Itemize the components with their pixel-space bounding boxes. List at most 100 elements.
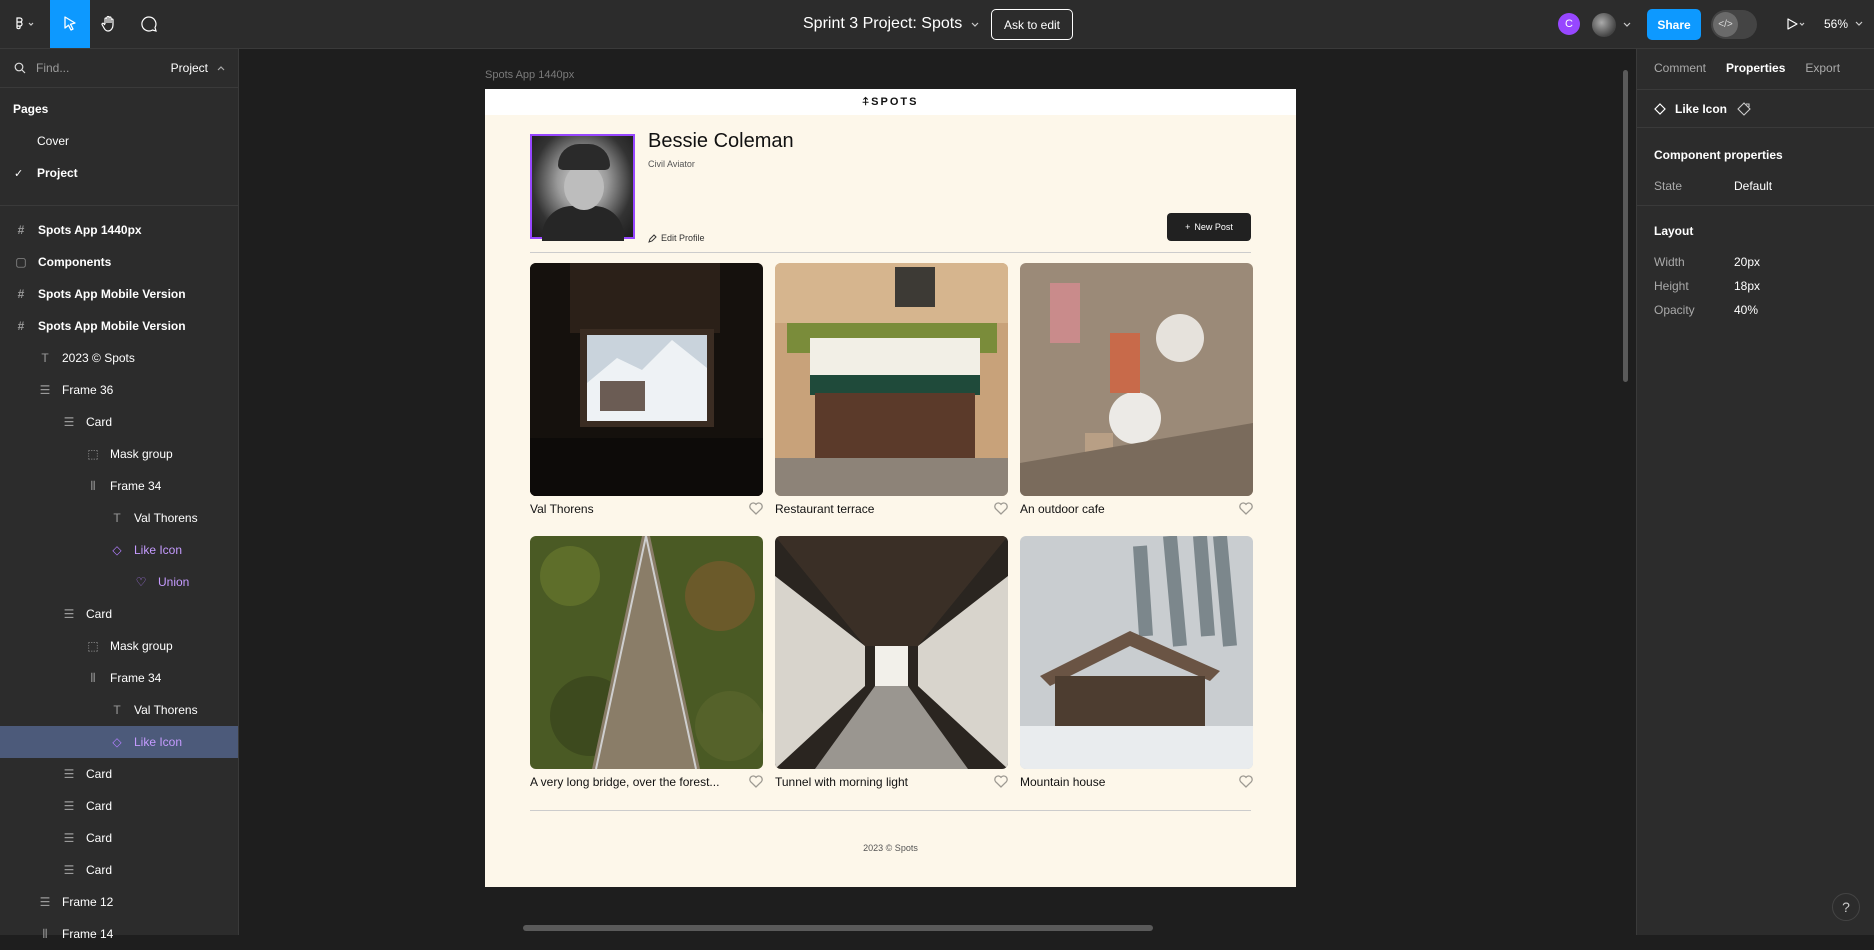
- help-button[interactable]: ?: [1832, 893, 1860, 921]
- mask-group-icon: ⬚: [87, 639, 99, 653]
- layer-item[interactable]: ◇ Like Icon: [0, 726, 238, 758]
- collaborator-avatar[interactable]: [1592, 13, 1616, 37]
- heart-icon[interactable]: [1239, 502, 1253, 515]
- frame-icon: #: [17, 223, 25, 237]
- card-image: [775, 536, 1008, 769]
- auto-layout-vertical-icon: ☰: [63, 607, 75, 621]
- layer-item[interactable]: ☰ Card: [0, 406, 238, 438]
- layer-label: Mask group: [110, 639, 173, 653]
- heart-icon[interactable]: [1239, 775, 1253, 788]
- layer-item[interactable]: # Spots App 1440px: [0, 214, 238, 246]
- page-item-project[interactable]: ✓ Project: [0, 157, 238, 189]
- card-image: [530, 536, 763, 769]
- heart-icon[interactable]: [994, 502, 1008, 515]
- layer-label: 2023 © Spots: [62, 351, 135, 365]
- card[interactable]: Val Thorens: [530, 263, 763, 516]
- layer-item[interactable]: ⦀ Frame 34: [0, 470, 238, 502]
- canvas[interactable]: Spots App 1440px ⍏SPOTS Bessie Coleman C…: [239, 49, 1636, 935]
- new-post-button[interactable]: + New Post: [1167, 213, 1251, 241]
- card[interactable]: An outdoor cafe: [1020, 263, 1253, 516]
- file-title-text: Sprint 3 Project: Spots: [803, 15, 963, 32]
- divider: [1637, 89, 1874, 90]
- layer-label: Like Icon: [134, 735, 183, 749]
- file-title[interactable]: Sprint 3 Project: Spots: [803, 0, 980, 48]
- width-label: Width: [1654, 255, 1685, 269]
- auto-layout-vertical-icon: ☰: [39, 895, 51, 909]
- tab-properties[interactable]: Properties: [1726, 61, 1785, 75]
- card-image: [530, 263, 763, 496]
- hand-icon: [101, 15, 114, 32]
- card[interactable]: Tunnel with morning light: [775, 536, 1008, 789]
- layer-item[interactable]: ⦀ Frame 14: [0, 918, 238, 950]
- long-bridge-photo: [530, 536, 763, 769]
- layer-item[interactable]: ⦀ Frame 34: [0, 662, 238, 694]
- layer-item[interactable]: T 2023 © Spots: [0, 342, 238, 374]
- vertical-scrollbar[interactable]: [1623, 70, 1628, 382]
- zoom-control[interactable]: 56%: [1824, 0, 1864, 48]
- frame-label[interactable]: Spots App 1440px: [485, 69, 574, 81]
- spots-app-frame[interactable]: ⍏SPOTS Bessie Coleman Civil Aviator Edit…: [485, 89, 1296, 887]
- auto-layout-horizontal-icon: ⦀: [42, 926, 48, 941]
- main-menu-button[interactable]: [8, 0, 42, 48]
- layer-item[interactable]: ☰ Card: [0, 822, 238, 854]
- divider: [1637, 127, 1874, 128]
- auto-layout-horizontal-icon: ⦀: [90, 478, 96, 493]
- heart-icon[interactable]: [994, 775, 1008, 788]
- card[interactable]: Mountain house: [1020, 536, 1253, 789]
- layer-item[interactable]: ☰ Card: [0, 854, 238, 886]
- chevron-down-icon[interactable]: [1622, 21, 1632, 29]
- tab-export[interactable]: Export: [1805, 61, 1840, 75]
- card[interactable]: Restaurant terrace: [775, 263, 1008, 516]
- user-avatar[interactable]: C: [1558, 13, 1580, 35]
- find-placeholder: Find...: [36, 61, 70, 75]
- state-value[interactable]: Default: [1734, 179, 1772, 193]
- layer-item[interactable]: T Val Thorens: [0, 502, 238, 534]
- edit-profile-button[interactable]: Edit Profile: [648, 233, 705, 243]
- state-property-row[interactable]: State Default: [1654, 179, 1772, 193]
- heart-icon[interactable]: [749, 775, 763, 788]
- panel-tabs: Comment Properties Export: [1654, 61, 1840, 75]
- layer-label: Card: [86, 831, 113, 845]
- horizontal-scrollbar[interactable]: [523, 925, 1153, 931]
- mask-group-icon: ⬚: [87, 447, 99, 461]
- layer-item[interactable]: ☰ Frame 36: [0, 374, 238, 406]
- auto-layout-vertical-icon: ☰: [63, 415, 75, 429]
- dev-mode-toggle[interactable]: </>: [1711, 10, 1757, 39]
- layer-item[interactable]: ◇ Like Icon: [0, 534, 238, 566]
- layer-item[interactable]: ☰ Frame 12: [0, 886, 238, 918]
- go-to-main-component-icon[interactable]: [1737, 102, 1751, 116]
- layer-item[interactable]: # Spots App Mobile Version: [0, 278, 238, 310]
- site-header: ⍏SPOTS: [485, 89, 1296, 115]
- heart-icon[interactable]: [749, 502, 763, 515]
- card[interactable]: A very long bridge, over the forest...: [530, 536, 763, 789]
- layer-item[interactable]: ▢ Components: [0, 246, 238, 278]
- search-icon: [14, 62, 26, 74]
- layer-item[interactable]: ☰ Card: [0, 790, 238, 822]
- layer-item[interactable]: ♡ Union: [0, 566, 238, 598]
- profile-avatar[interactable]: [530, 134, 635, 241]
- layer-item[interactable]: ☰ Card: [0, 758, 238, 790]
- layers-panel: Find... Project Pages Cover ✓ Project # S…: [0, 49, 239, 941]
- hand-tool-button[interactable]: [94, 0, 124, 48]
- layer-label: Frame 34: [110, 479, 162, 493]
- layer-label: Val Thorens: [134, 511, 198, 525]
- layer-item[interactable]: T Val Thorens: [0, 694, 238, 726]
- comment-tool-button[interactable]: [134, 0, 164, 48]
- find-bar[interactable]: Find... Project: [14, 57, 226, 79]
- card-title: Restaurant terrace: [775, 502, 875, 516]
- ask-to-edit-button[interactable]: Ask to edit: [991, 9, 1073, 40]
- tab-comment[interactable]: Comment: [1654, 61, 1706, 75]
- card-image: [775, 263, 1008, 496]
- layer-item[interactable]: ⬚ Mask group: [0, 630, 238, 662]
- layer-item[interactable]: ⬚ Mask group: [0, 438, 238, 470]
- share-button[interactable]: Share: [1647, 9, 1701, 40]
- page-scope-dropdown[interactable]: Project: [171, 61, 226, 75]
- layer-item[interactable]: ☰ Card: [0, 598, 238, 630]
- page-item-cover[interactable]: Cover: [0, 125, 238, 157]
- present-button[interactable]: [1778, 0, 1814, 48]
- move-tool-button[interactable]: [50, 0, 90, 48]
- layer-label: Like Icon: [134, 543, 183, 557]
- layer-item[interactable]: # Spots App Mobile Version: [0, 310, 238, 342]
- profile-role: Civil Aviator: [648, 159, 695, 169]
- chevron-down-icon: [971, 22, 979, 27]
